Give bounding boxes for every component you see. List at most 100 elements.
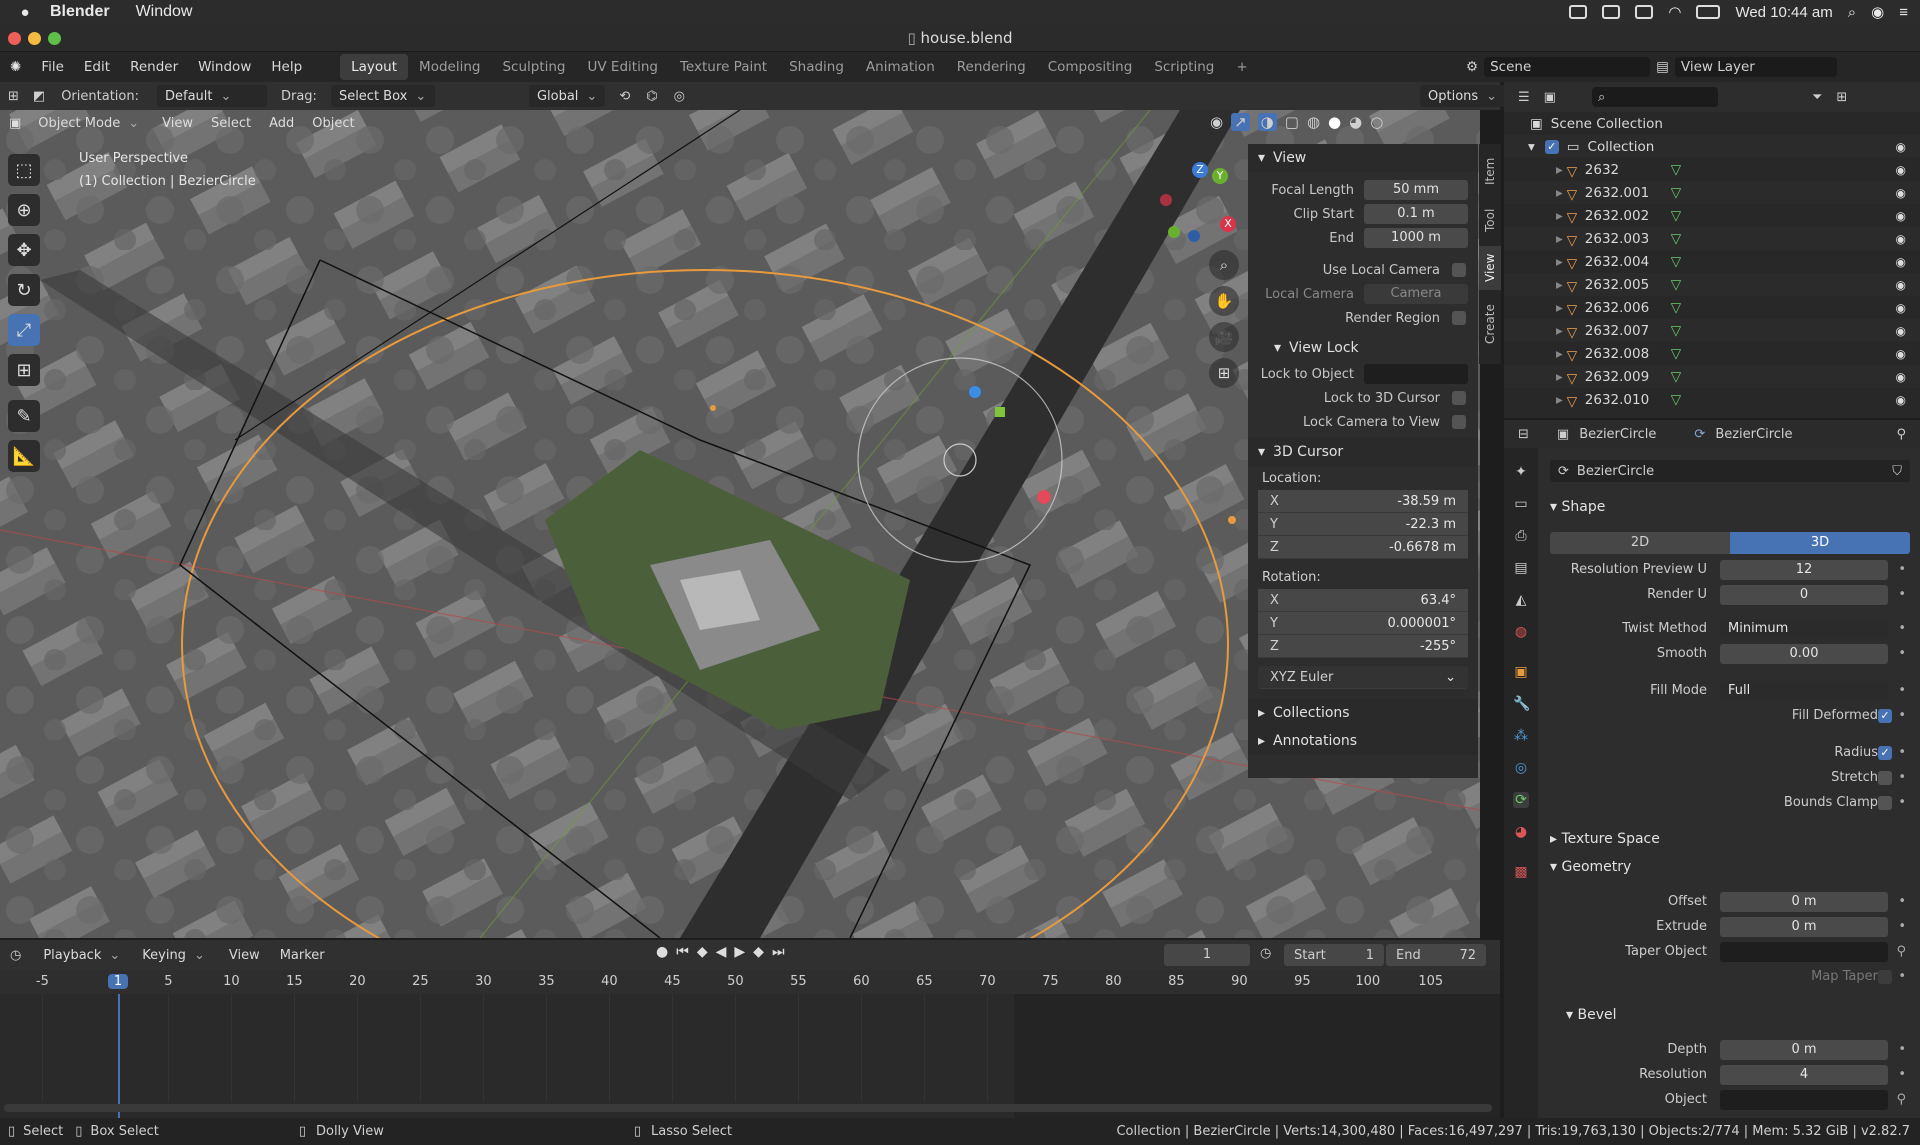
annotate-tool-icon[interactable]: ✎ (8, 400, 40, 432)
tab-shading[interactable]: Shading (778, 54, 855, 80)
tab-sculpting[interactable]: Sculpting (491, 54, 576, 80)
menu-render[interactable]: Render (120, 59, 188, 75)
resolution-preview-field[interactable]: 12 (1720, 560, 1888, 580)
move-tool-icon[interactable]: ✥ (8, 234, 40, 266)
collections-header[interactable]: ▸ Collections (1248, 699, 1478, 727)
blender-logo-icon[interactable]: ✺ (0, 59, 31, 75)
stretch-checkbox[interactable] (1878, 771, 1892, 785)
options-dropdown[interactable]: Options (1420, 85, 1506, 107)
pivot-icon[interactable]: ⟲ (619, 89, 630, 104)
mesh-data-icon[interactable]: ▽ (1671, 369, 1681, 385)
mac-menu-window[interactable]: Window (136, 3, 193, 21)
tab-tool[interactable]: Tool (1479, 200, 1501, 240)
render-props-icon[interactable]: ▭ (1513, 496, 1529, 512)
app-name[interactable]: Blender (50, 3, 110, 21)
drag-dropdown[interactable]: Select Box (330, 85, 435, 107)
clip-end-field[interactable]: 1000 m (1364, 228, 1468, 248)
outliner-object-row[interactable]: ▸ ▽ 2632.004 ▽ ◉ (1504, 250, 1920, 273)
lock-to-object-field[interactable] (1364, 364, 1468, 384)
proportional-edit-icon[interactable]: ◎ (674, 89, 685, 104)
bevel-header[interactable]: ▾ Bevel (1538, 1002, 1920, 1028)
navigation-gizmo[interactable]: Z Y X (1150, 160, 1236, 242)
gizmo-y-handle[interactable] (995, 407, 1005, 417)
radius-checkbox[interactable]: ✓ (1878, 746, 1892, 760)
render-u-field[interactable]: 0 (1720, 585, 1888, 605)
wireframe-shading-icon[interactable]: ◍ (1307, 113, 1320, 131)
mesh-data-icon[interactable]: ▽ (1671, 323, 1681, 339)
new-collection-icon[interactable]: ⊞ (1836, 90, 1847, 105)
view-lock-header[interactable]: ▾ View Lock (1248, 334, 1478, 362)
jump-start-icon[interactable]: ⏮ (676, 944, 689, 960)
curve-data-props-icon[interactable]: ⟳ (1513, 792, 1529, 808)
scale-tool-icon[interactable]: ⤢ (8, 314, 40, 346)
gizmo-z-handle[interactable] (969, 386, 981, 398)
gizmo-x-axis[interactable]: X (1220, 216, 1236, 232)
outliner-object-row[interactable]: ▸ ▽ 2632.008 ▽ ◉ (1504, 342, 1920, 365)
cursor-rotation-z[interactable]: Z -255° (1258, 635, 1468, 658)
mesh-data-icon[interactable]: ▽ (1671, 346, 1681, 362)
solid-shading-icon[interactable]: ● (1328, 113, 1341, 131)
cursor-location-y[interactable]: Y -22.3 m (1258, 513, 1468, 536)
status-tray-icon[interactable] (1569, 5, 1588, 19)
viewport-menu-object[interactable]: Object (303, 116, 363, 131)
cursor-tool-icon[interactable]: ⊕ (8, 194, 40, 226)
eye-icon[interactable]: ◉ (1896, 393, 1906, 407)
dropbox-icon[interactable] (1602, 5, 1621, 19)
smooth-field[interactable]: 0.00 (1720, 644, 1888, 664)
properties-editor-icon[interactable]: ⊟ (1518, 427, 1529, 442)
gizmo-z-axis[interactable]: Z (1192, 162, 1208, 178)
tab-view[interactable]: View (1479, 246, 1501, 290)
eye-icon[interactable]: ◉ (1896, 163, 1906, 177)
breadcrumb-object[interactable]: BezierCircle (1579, 427, 1656, 442)
texture-space-header[interactable]: ▸ Texture Space (1538, 826, 1920, 852)
mesh-data-icon[interactable]: ▽ (1671, 392, 1681, 408)
view-layer-selector[interactable]: View Layer (1674, 57, 1837, 77)
gizmo-x-handle[interactable] (1037, 490, 1051, 504)
bounds-clamp-checkbox[interactable] (1878, 796, 1892, 810)
gizmo-y-axis[interactable]: Y (1212, 168, 1228, 184)
viewport-menu-view[interactable]: View (153, 116, 202, 131)
gizmo-toggle-icon[interactable]: ↗ (1231, 113, 1250, 131)
fill-mode-dropdown[interactable]: Full (1720, 681, 1888, 701)
collection-checkbox[interactable]: ✓ (1544, 139, 1559, 154)
active-tool-icon[interactable]: ◩ (33, 89, 45, 104)
tab-modeling[interactable]: Modeling (408, 54, 491, 80)
curve-datablock-field[interactable]: ⟳ BezierCircle ⛉ (1550, 460, 1910, 482)
texture-props-icon[interactable]: ▩ (1513, 864, 1529, 880)
tab-uv-editing[interactable]: UV Editing (577, 54, 669, 80)
viewport-menu-select[interactable]: Select (202, 116, 260, 131)
clock[interactable]: Wed 10:44 am (1735, 4, 1832, 21)
mesh-data-icon[interactable]: ▽ (1671, 185, 1681, 201)
cursor-location-x[interactable]: X -38.59 m (1258, 490, 1468, 513)
close-window-button[interactable] (8, 32, 21, 45)
menu-window[interactable]: Window (188, 59, 261, 75)
taper-object-field[interactable] (1720, 942, 1888, 962)
cursor-location-z[interactable]: Z -0.6678 m (1258, 536, 1468, 559)
outliner-object-row[interactable]: ▸ ▽ 2632.001 ▽ ◉ (1504, 181, 1920, 204)
timeline-area[interactable] (0, 994, 1500, 1118)
scene-collection-row[interactable]: ▣ Scene Collection (1504, 112, 1920, 135)
ortho-toggle-icon[interactable]: ⊞ (1209, 358, 1239, 388)
gizmo-neg-x[interactable] (1160, 194, 1172, 206)
pan-view-icon[interactable]: ✋ (1209, 286, 1239, 316)
keying-menu[interactable]: Keying (134, 944, 213, 966)
outliner-editor-icon[interactable]: ☰ (1518, 90, 1530, 105)
use-local-camera-checkbox[interactable] (1452, 263, 1466, 277)
world-props-icon[interactable]: ◍ (1513, 624, 1529, 640)
eye-icon[interactable]: ◉ (1896, 255, 1906, 269)
playback-menu[interactable]: Playback (35, 944, 128, 966)
menu-edit[interactable]: Edit (74, 59, 120, 75)
timeline-editor-icon[interactable]: ◷ (10, 948, 21, 963)
outliner-object-row[interactable]: ▸ ▽ 2632.005 ▽ ◉ (1504, 273, 1920, 296)
xray-icon[interactable]: ▢ (1285, 113, 1299, 131)
outliner-object-row[interactable]: ▸ ▽ 2632.002 ▽ ◉ (1504, 204, 1920, 227)
object-mode-dropdown[interactable]: Object Mode (30, 112, 147, 134)
eye-icon[interactable]: ◉ (1896, 186, 1906, 200)
outliner-object-row[interactable]: ▸ ▽ 2632.006 ▽ ◉ (1504, 296, 1920, 319)
current-frame-field[interactable]: 1 (1164, 944, 1250, 966)
view-panel-header[interactable]: ▾ View (1248, 144, 1478, 172)
transform-tool-icon[interactable]: ⊞ (8, 354, 40, 386)
tab-scripting[interactable]: Scripting (1143, 54, 1225, 80)
3d-toggle[interactable]: 3D (1730, 532, 1910, 554)
twist-method-dropdown[interactable]: Minimum (1720, 619, 1888, 639)
